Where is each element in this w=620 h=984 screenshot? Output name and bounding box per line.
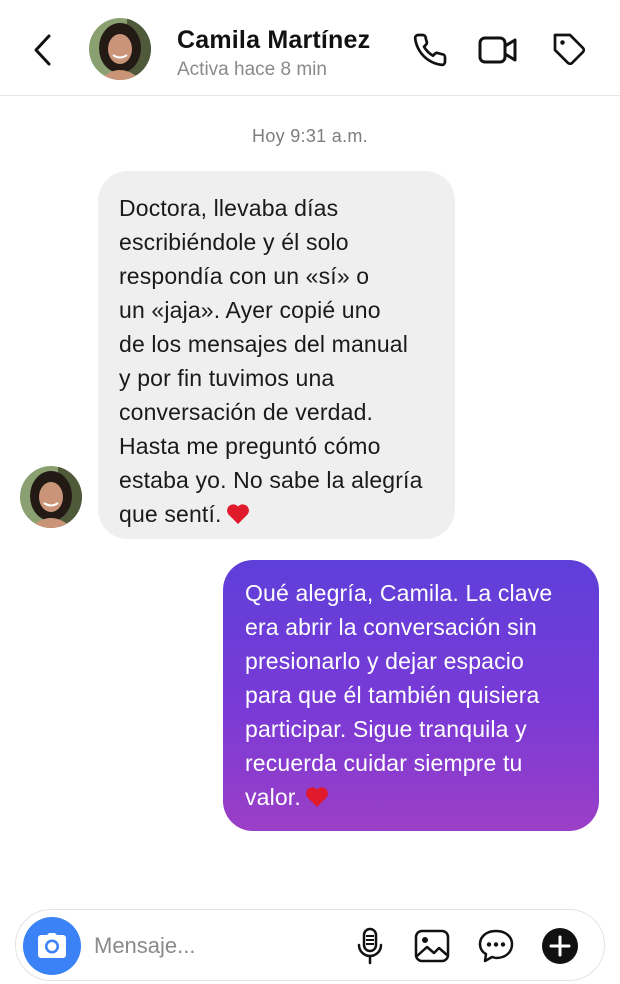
camera-icon	[38, 933, 66, 958]
back-arrow-icon	[34, 34, 51, 66]
gallery-button[interactable]	[412, 926, 452, 966]
back-button[interactable]	[24, 30, 60, 70]
incoming-message-text: Doctora, llevaba días escribiéndole y él…	[119, 195, 423, 527]
incoming-message-bubble[interactable]: Doctora, llevaba días escribiéndole y él…	[98, 171, 455, 539]
avatar-photo	[89, 18, 151, 80]
call-button[interactable]	[410, 30, 450, 70]
message-composer	[15, 909, 605, 981]
phone-icon	[413, 33, 447, 67]
sender-avatar[interactable]	[20, 466, 82, 528]
chat-screen: Camila Martínez Activa hace 8 min Hoy 9:…	[0, 0, 620, 984]
tag-icon	[553, 33, 586, 66]
contact-avatar[interactable]	[89, 18, 151, 80]
tag-button[interactable]	[550, 30, 590, 70]
outgoing-message-bubble[interactable]: Qué alegría, Camila. La clave era abrir …	[223, 560, 599, 831]
microphone-icon	[357, 927, 383, 965]
video-camera-icon	[478, 36, 517, 64]
red-heart-icon	[226, 504, 249, 524]
plus-icon	[542, 928, 578, 964]
contact-status: Activa hace 8 min	[177, 59, 327, 80]
voice-message-button[interactable]	[350, 926, 390, 966]
sticker-button[interactable]	[476, 926, 516, 966]
message-input[interactable]	[94, 928, 334, 964]
red-heart-icon	[305, 787, 328, 807]
image-icon	[414, 929, 450, 963]
conversation-timestamp: Hoy 9:31 a.m.	[252, 126, 368, 146]
add-button[interactable]	[540, 926, 580, 966]
chat-header: Camila Martínez Activa hace 8 min	[0, 0, 620, 96]
camera-button[interactable]	[23, 917, 81, 975]
contact-name[interactable]: Camila Martínez	[177, 26, 370, 55]
video-call-button[interactable]	[478, 30, 518, 70]
sticker-chat-icon	[478, 929, 514, 963]
outgoing-message-text: Qué alegría, Camila. La clave era abrir …	[245, 580, 553, 810]
avatar-photo	[20, 466, 82, 528]
